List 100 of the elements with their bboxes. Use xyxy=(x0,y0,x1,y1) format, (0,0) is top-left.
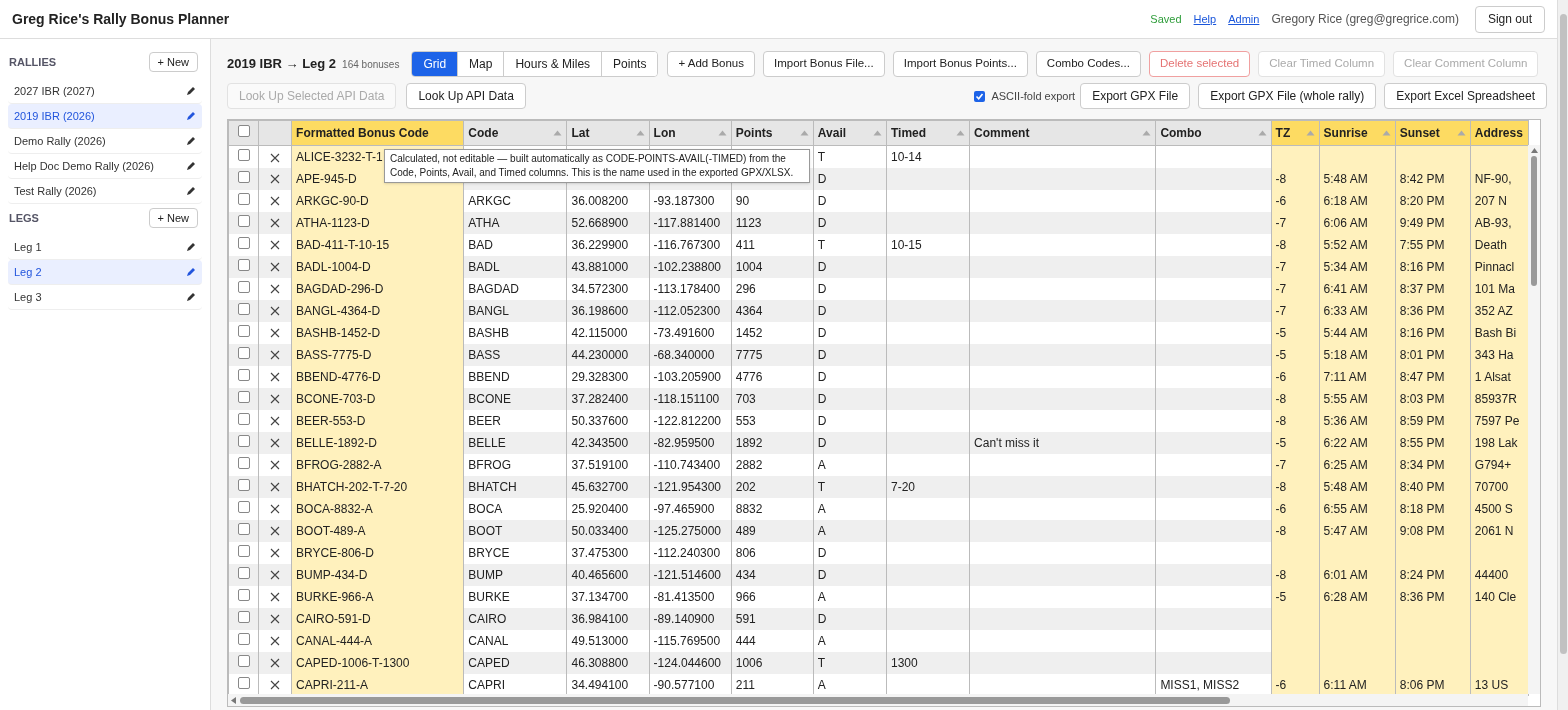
delete-icon[interactable] xyxy=(270,592,281,603)
checkbox[interactable] xyxy=(974,90,986,102)
checkbox[interactable] xyxy=(237,368,250,381)
checkbox[interactable] xyxy=(237,192,250,205)
toolbar-button[interactable]: Import Bonus File... xyxy=(763,51,885,77)
checkbox[interactable] xyxy=(237,324,250,337)
checkbox[interactable] xyxy=(237,544,250,557)
checkbox[interactable] xyxy=(237,125,250,137)
column-header[interactable]: Points xyxy=(731,120,814,146)
column-header[interactable]: Combo xyxy=(1155,120,1272,146)
checkbox[interactable] xyxy=(237,456,250,469)
lookup-button[interactable]: Look Up API Data xyxy=(406,83,526,109)
column-header[interactable]: TZ xyxy=(1271,120,1320,146)
header-link[interactable]: Admin xyxy=(1228,10,1260,28)
delete-icon[interactable] xyxy=(270,658,281,669)
column-header[interactable]: Formatted Bonus Code xyxy=(291,120,464,146)
sort-arrow-icon[interactable] xyxy=(1142,130,1152,136)
sidebar-item[interactable]: 2019 IBR (2026) xyxy=(8,104,202,129)
pencil-icon[interactable] xyxy=(186,242,196,252)
column-header[interactable]: Avail xyxy=(813,120,887,146)
delete-icon[interactable] xyxy=(270,350,281,361)
sort-arrow-icon[interactable] xyxy=(799,130,809,136)
delete-icon[interactable] xyxy=(270,372,281,383)
checkbox[interactable] xyxy=(237,522,250,535)
delete-icon[interactable] xyxy=(270,218,281,229)
checkbox[interactable] xyxy=(237,434,250,447)
delete-icon[interactable] xyxy=(270,284,281,295)
checkbox[interactable] xyxy=(237,236,250,249)
sort-arrow-icon[interactable] xyxy=(553,130,563,136)
new-button[interactable]: + New xyxy=(148,208,198,228)
pencil-icon[interactable] xyxy=(186,292,196,302)
checkbox[interactable] xyxy=(237,170,250,183)
delete-icon[interactable] xyxy=(270,636,281,647)
checkbox[interactable] xyxy=(237,588,250,601)
delete-icon[interactable] xyxy=(270,680,281,691)
view-tab[interactable]: Grid xyxy=(412,52,458,76)
header-link[interactable]: Help xyxy=(1193,10,1217,28)
checkbox[interactable] xyxy=(237,214,250,227)
column-header[interactable]: Sunset xyxy=(1395,120,1471,146)
sidebar-item[interactable]: Test Rally (2026) xyxy=(8,179,202,204)
scrollbar[interactable] xyxy=(1528,145,1540,694)
delete-icon[interactable] xyxy=(270,196,281,207)
delete-icon[interactable] xyxy=(270,570,281,581)
export-button[interactable]: Export GPX File xyxy=(1080,83,1191,109)
export-button[interactable]: Export Excel Spreadsheet xyxy=(1384,83,1547,109)
sign-out-button[interactable]: Sign out xyxy=(1474,5,1545,33)
checkbox[interactable] xyxy=(237,412,250,425)
delete-icon[interactable] xyxy=(270,328,281,339)
toolbar-button[interactable]: + Add Bonus xyxy=(667,51,755,77)
sort-arrow-icon[interactable] xyxy=(956,130,966,136)
delete-icon[interactable] xyxy=(270,174,281,185)
column-header[interactable]: Code xyxy=(463,120,567,146)
checkbox[interactable] xyxy=(237,478,250,491)
delete-icon[interactable] xyxy=(270,526,281,537)
checkbox[interactable] xyxy=(237,632,250,645)
sidebar-item[interactable]: Help Doc Demo Rally (2026) xyxy=(8,154,202,179)
column-header[interactable]: Sunrise xyxy=(1319,120,1396,146)
pencil-icon[interactable] xyxy=(186,186,196,196)
toolbar-button[interactable]: Combo Codes... xyxy=(1035,51,1141,77)
pencil-icon[interactable] xyxy=(186,161,196,171)
sort-arrow-icon[interactable] xyxy=(872,130,882,136)
scroll-up-icon[interactable] xyxy=(1530,148,1538,153)
delete-icon[interactable] xyxy=(270,306,281,317)
scroll-left-icon[interactable] xyxy=(231,696,236,704)
sort-arrow-icon[interactable] xyxy=(635,130,645,136)
checkbox[interactable] xyxy=(237,566,250,579)
column-header[interactable]: Lon xyxy=(649,120,732,146)
checkbox[interactable] xyxy=(237,610,250,623)
delete-icon[interactable] xyxy=(270,438,281,449)
export-button[interactable]: Export GPX File (whole rally) xyxy=(1198,83,1377,109)
sort-arrow-icon[interactable] xyxy=(1257,130,1267,136)
delete-icon[interactable] xyxy=(270,416,281,427)
pencil-icon[interactable] xyxy=(186,267,196,277)
checkbox[interactable] xyxy=(237,258,250,271)
scrollbar[interactable] xyxy=(1557,0,1568,710)
sort-arrow-icon[interactable] xyxy=(717,130,727,136)
delete-icon[interactable] xyxy=(270,152,281,163)
checkbox[interactable] xyxy=(237,500,250,513)
delete-icon[interactable] xyxy=(270,482,281,493)
column-header[interactable]: Timed xyxy=(886,120,970,146)
sidebar-item[interactable]: Leg 2 xyxy=(8,260,202,285)
delete-icon[interactable] xyxy=(270,394,281,405)
checkbox[interactable] xyxy=(237,302,250,315)
column-header[interactable]: Comment xyxy=(969,120,1156,146)
checkbox[interactable] xyxy=(237,280,250,293)
delete-icon[interactable] xyxy=(270,262,281,273)
checkbox[interactable] xyxy=(237,346,250,359)
delete-icon[interactable] xyxy=(270,614,281,625)
sidebar-item[interactable]: Leg 3 xyxy=(8,285,202,310)
new-button[interactable]: + New xyxy=(148,52,198,72)
toolbar-button[interactable]: Import Bonus Points... xyxy=(892,51,1028,77)
sidebar-item[interactable]: Demo Rally (2026) xyxy=(8,129,202,154)
checkbox[interactable] xyxy=(237,676,250,689)
delete-icon[interactable] xyxy=(270,504,281,515)
scrollbar[interactable] xyxy=(228,694,1528,706)
delete-icon[interactable] xyxy=(270,240,281,251)
delete-icon[interactable] xyxy=(270,548,281,559)
delete-icon[interactable] xyxy=(270,460,281,471)
view-tab[interactable]: Points xyxy=(601,52,658,76)
checkbox[interactable] xyxy=(237,654,250,667)
